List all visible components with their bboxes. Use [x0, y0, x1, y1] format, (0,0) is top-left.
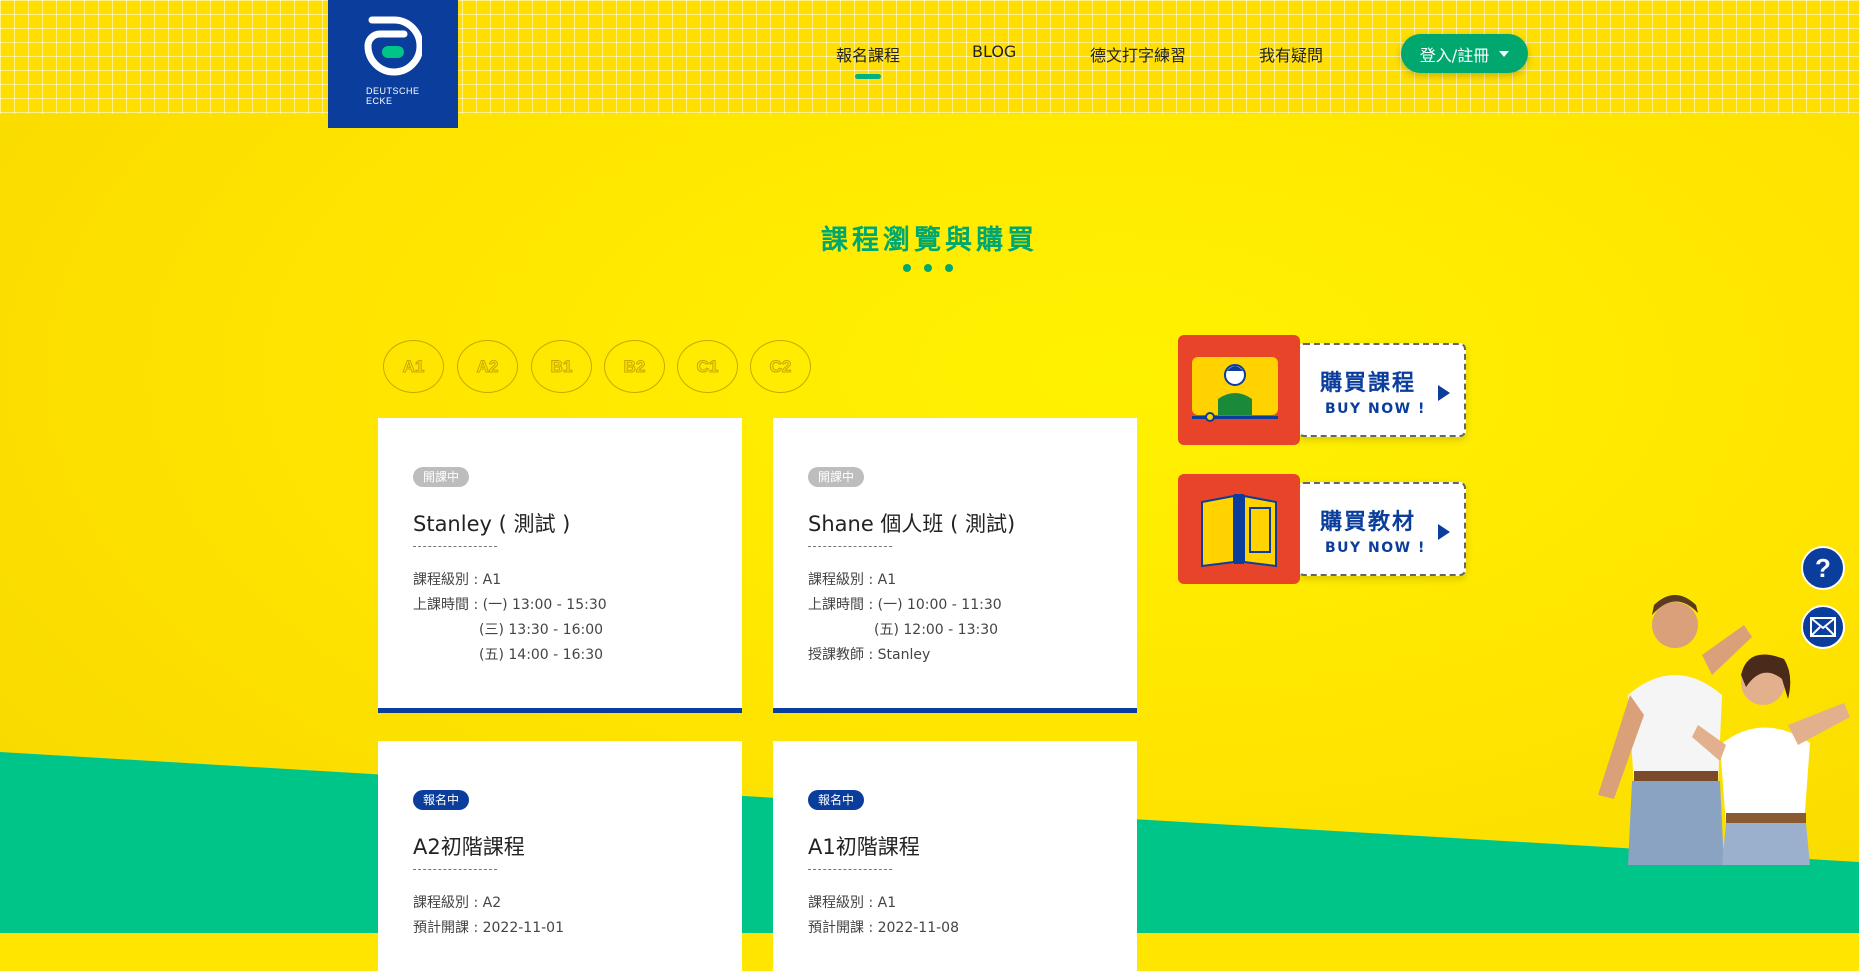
status-badge: 開課中	[808, 467, 865, 487]
course-schedule: (三) 13:30 - 16:00	[479, 622, 604, 638]
level-filter-c2[interactable]: C2	[750, 340, 811, 393]
course-title: A1初階課程	[808, 835, 920, 859]
buy-textbook-label-box: 購買教材 BUY NOW !	[1298, 482, 1466, 576]
nav-item-faq[interactable]: 我有疑問	[1259, 42, 1323, 66]
nav-active-indicator	[855, 74, 881, 79]
title-dots	[903, 264, 953, 272]
nav-item-courses[interactable]: 報名課程	[836, 42, 900, 66]
buy-course-button[interactable]: 購買課程 BUY NOW !	[1178, 335, 1470, 445]
level-filter-c1[interactable]: C1	[677, 340, 738, 393]
course-level: 課程級別 : A2	[413, 895, 502, 911]
status-badge: 開課中	[413, 467, 470, 487]
buy-now-label: BUY NOW !	[1325, 540, 1426, 556]
level-filter-a2[interactable]: A2	[457, 340, 518, 393]
level-filter-b1[interactable]: B1	[531, 340, 592, 393]
course-info: 課程級別 : A1 預計開課 : 2022-11-08	[808, 891, 959, 941]
course-info: 課程級別 : A1 上課時間 : (一) 13:00 - 15:30 (三) 1…	[413, 568, 607, 668]
dot	[924, 264, 932, 272]
dot	[945, 264, 953, 272]
login-register-button[interactable]: 登入/註冊	[1401, 34, 1528, 73]
course-schedule: 上課時間 : (一) 10:00 - 11:30	[808, 597, 1002, 613]
buy-course-label: 購買課程	[1320, 371, 1417, 396]
people-illustration	[1598, 595, 1850, 865]
course-card[interactable]: 報名中 A1初階課程 課程級別 : A1 預計開課 : 2022-11-08	[773, 741, 1137, 971]
course-schedule: (五) 12:00 - 13:30	[874, 622, 999, 638]
status-badge: 報名中	[413, 790, 470, 810]
login-register-label: 登入/註冊	[1419, 45, 1490, 65]
course-info: 課程級別 : A1 上課時間 : (一) 10:00 - 11:30 (五) 1…	[808, 568, 1002, 668]
nav-item-blog[interactable]: BLOG	[972, 42, 1016, 61]
level-filter-a1[interactable]: A1	[383, 340, 444, 393]
course-start-date: 預計開課 : 2022-11-08	[808, 920, 959, 936]
course-title: Stanley ( 測試 )	[413, 512, 571, 536]
course-card[interactable]: 開課中 Shane 個人班 ( 測試) 課程級別 : A1 上課時間 : (一)…	[773, 418, 1137, 713]
dot	[903, 264, 911, 272]
course-level: 課程級別 : A1	[808, 895, 897, 911]
course-teacher: 授課教師 : Stanley	[808, 647, 931, 663]
course-schedule: (五) 14:00 - 16:30	[479, 647, 604, 663]
buy-course-label-box: 購買課程 BUY NOW !	[1298, 343, 1466, 437]
logo-line-2: ECKE	[366, 96, 393, 106]
site-header: DEUTSCHE ECKE 報名課程 BLOG 德文打字練習 我有疑問 登入/註…	[0, 0, 1859, 128]
course-level: 課程級別 : A1	[413, 572, 502, 588]
status-badge: 報名中	[808, 790, 865, 810]
nav-item-typing-practice[interactable]: 德文打字練習	[1090, 42, 1186, 66]
caret-down-icon	[1499, 50, 1510, 57]
course-card[interactable]: 報名中 A2初階課程 課程級別 : A2 預計開課 : 2022-11-01	[378, 741, 742, 971]
logo-text: DEUTSCHE ECKE	[366, 86, 420, 106]
logo-mark-icon	[364, 16, 422, 76]
divider	[808, 546, 892, 547]
level-filter-b2[interactable]: B2	[604, 340, 665, 393]
course-level: 課程級別 : A1	[808, 572, 897, 588]
course-start-date: 預計開課 : 2022-11-01	[413, 920, 564, 936]
divider	[413, 869, 497, 870]
section-title: 課程瀏覽與購買	[821, 225, 1038, 256]
divider	[808, 869, 892, 870]
course-info: 課程級別 : A2 預計開課 : 2022-11-01	[413, 891, 564, 941]
buy-textbook-button[interactable]: 購買教材 BUY NOW !	[1178, 474, 1470, 584]
buy-textbook-label: 購買教材	[1320, 510, 1417, 535]
course-card[interactable]: 開課中 Stanley ( 測試 ) 課程級別 : A1 上課時間 : (一) …	[378, 418, 742, 713]
logo-line-1: DEUTSCHE	[366, 86, 420, 96]
play-arrow-icon	[1438, 524, 1450, 540]
course-schedule: 上課時間 : (一) 13:00 - 15:30	[413, 597, 607, 613]
book-icon	[1178, 474, 1300, 584]
buy-now-label: BUY NOW !	[1325, 401, 1426, 417]
course-title: A2初階課程	[413, 835, 525, 859]
video-lesson-icon	[1178, 335, 1300, 445]
course-title: Shane 個人班 ( 測試)	[808, 512, 1016, 536]
divider	[413, 546, 497, 547]
logo[interactable]: DEUTSCHE ECKE	[328, 0, 458, 128]
play-arrow-icon	[1438, 385, 1450, 401]
